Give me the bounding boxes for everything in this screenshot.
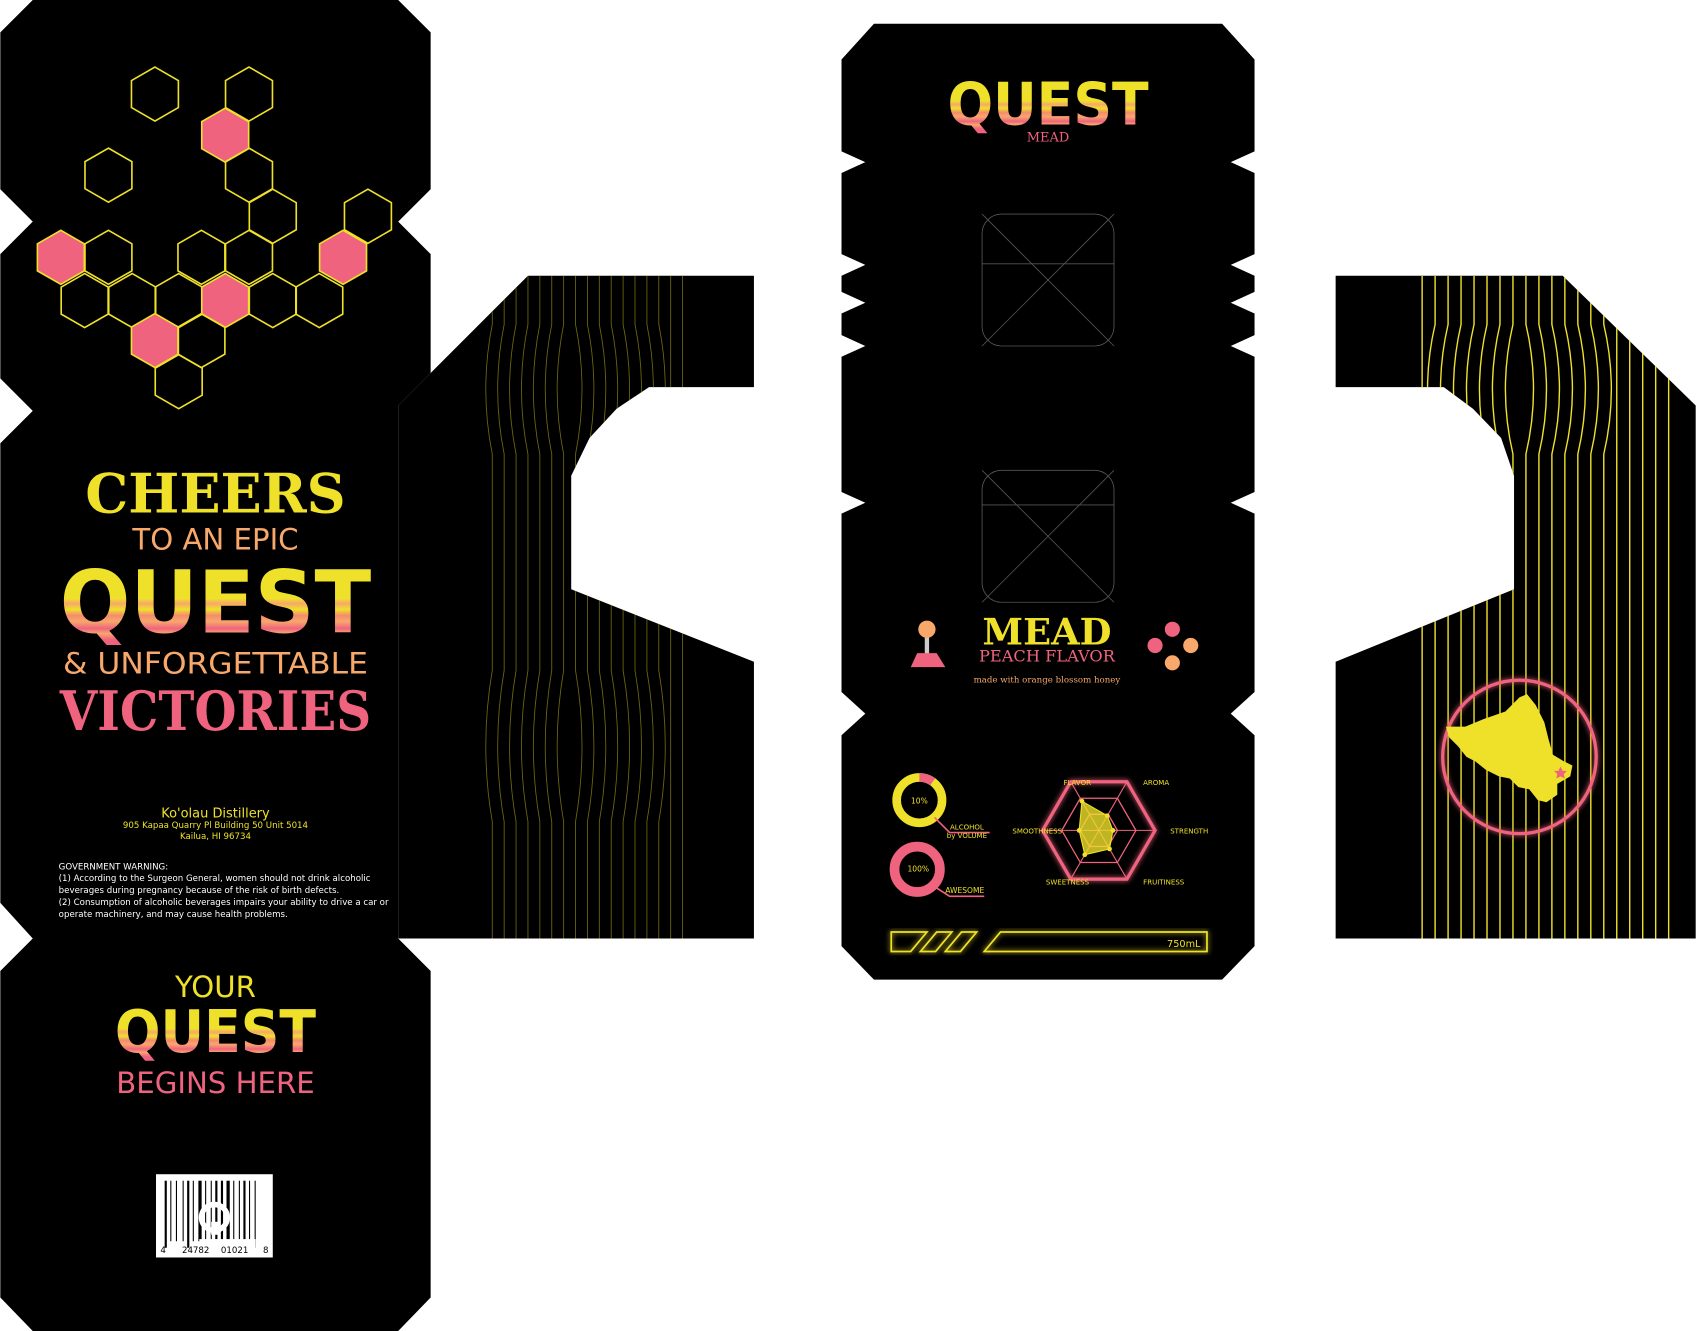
radar-point	[1104, 813, 1110, 819]
victories-heading: VICTORIES	[59, 679, 371, 743]
barcode-bar	[254, 1180, 256, 1248]
barcode-bar	[233, 1180, 235, 1248]
radar-point	[1076, 828, 1082, 833]
radar-point	[1079, 798, 1085, 804]
barcode-digit: 4	[160, 1246, 166, 1256]
radar-axis-label: FRUITINESS	[1143, 877, 1185, 886]
radar-axis-label: AROMA	[1143, 778, 1169, 787]
barcode-bar	[248, 1180, 251, 1242]
abv-value: 10%	[911, 796, 928, 805]
awesome-label: AWESOME	[945, 886, 984, 895]
radar-axis-label: STRENGTH	[1170, 827, 1208, 836]
warning-title: GOVERNMENT WARNING:	[59, 862, 168, 872]
front-panel-shape	[841, 23, 1255, 980]
packaging-dieline: CHEERS TO AN EPIC QUEST & UNFORGETTABLE …	[0, 0, 1696, 1331]
barcode-bar	[238, 1180, 240, 1242]
warning-line: (1) According to the Surgeon General, wo…	[59, 874, 371, 884]
radar-axis-label: SMOOTHNESS	[1012, 827, 1062, 836]
distillery-address-2: Kailua, HI 96734	[180, 832, 251, 842]
barcode-bar	[175, 1180, 177, 1242]
warning-line: (2) Consumption of alcoholic beverages i…	[59, 898, 389, 908]
barcode-bar	[170, 1180, 172, 1242]
bottom-quest-logo: QUEST	[115, 998, 316, 1066]
radar-axis-label: FLAVOR	[1063, 778, 1091, 787]
cheers-heading: CHEERS	[85, 462, 345, 526]
barcode-bar	[243, 1180, 246, 1242]
barcode-digits: 01021	[221, 1246, 248, 1256]
to-an-epic-text: TO AN EPIC	[131, 522, 298, 556]
volume-label: 750mL	[1167, 939, 1201, 950]
abv-label-sub: by VOLUME	[947, 831, 987, 840]
warning-line: operate machinery, and may cause health …	[59, 910, 288, 920]
side-panel-right-shape	[1335, 275, 1696, 939]
distillery-name: Ko'olau Distillery	[161, 806, 270, 821]
barcode-bar	[210, 1180, 212, 1248]
barcode-bar	[192, 1180, 194, 1242]
barcode-digits: 24782	[182, 1246, 209, 1256]
awesome-value: 100%	[907, 864, 929, 873]
begins-here-text: BEGINS HERE	[116, 1066, 314, 1100]
warning-line: beverages during pregnancy because of th…	[59, 886, 340, 896]
flavor-name: PEACH FLAVOR	[979, 647, 1116, 666]
front-quest-logo: QUEST	[947, 70, 1148, 138]
radar-axis-label: SWEETNESS	[1046, 877, 1090, 886]
barcode: 4 24782 01021 8	[156, 1174, 273, 1258]
barcode-digit: 8	[263, 1246, 269, 1256]
unforgettable-text: & UNFORGETTABLE	[63, 647, 368, 681]
distillery-address-1: 905 Kapaa Quarry Pl Building 50 Unit 501…	[123, 821, 308, 831]
radar-point	[1082, 852, 1088, 858]
barcode-bar	[182, 1180, 184, 1242]
radar-point	[1110, 828, 1116, 833]
quest-heading: QUEST	[60, 554, 371, 654]
barcode-bar	[187, 1180, 190, 1248]
radar-point	[1107, 846, 1112, 852]
side-panel-left-shape	[398, 275, 754, 939]
barcode-bar	[164, 1180, 167, 1248]
tagline: made with orange blossom honey	[974, 675, 1121, 685]
front-logo-sub: MEAD	[1027, 131, 1070, 146]
